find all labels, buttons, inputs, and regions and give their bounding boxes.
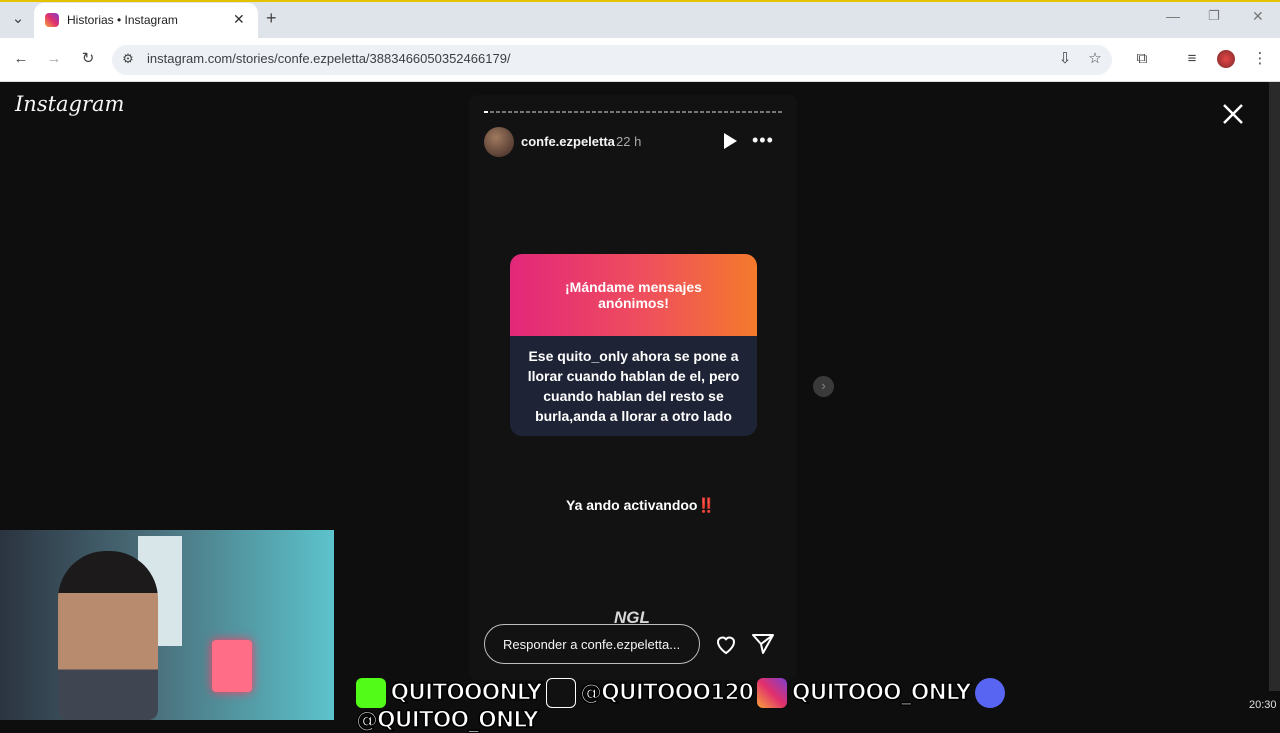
next-story-chevron-icon[interactable]: › [813,376,834,397]
puzzle-icon[interactable]: ⧉ [1132,49,1152,69]
ngl-card-header: ¡Mándame mensajes anónimos! [510,254,757,336]
instagram-handle: QUITOOO_ONLY [791,680,972,707]
instagram-logo[interactable]: Instagram [15,92,124,116]
ngl-card-message: Ese quito_only ahora se pone a llorar cu… [527,348,740,424]
story-progress-fill [484,111,488,113]
page-scrollbar[interactable] [1269,82,1280,691]
kick-icon [356,678,386,708]
restore-icon[interactable]: ❐ [1208,8,1220,24]
social-handles-bar: QUITOOONLY @QUITOOO120 QUITOOO_ONLY @QUI… [355,678,1036,733]
browser-tab[interactable]: Historias • Instagram ✕ [34,3,258,38]
arrow-left-icon[interactable]: ← [11,49,31,69]
tiktok-handle: @QUITOOO120 [579,680,754,707]
more-options-icon[interactable]: ••• [752,130,776,150]
taskbar-clock: 20:30 [1249,699,1277,711]
story-progress-bar [484,111,782,113]
new-tab-icon[interactable]: + [266,8,277,29]
discord-icon [974,678,1005,708]
story-time: 22 h [616,134,642,149]
heart-icon[interactable] [714,632,738,656]
minimize-icon[interactable]: — [1166,8,1180,24]
instagram-icon [757,678,788,708]
star-icon[interactable]: ☆ [1085,49,1105,69]
story-username[interactable]: confe.ezpeletta [521,134,615,149]
play-icon[interactable] [722,132,738,150]
url-text[interactable]: instagram.com/stories/confe.ezpeletta/38… [147,51,511,66]
send-icon[interactable] [751,632,775,656]
kick-handle: QUITOOONLY [390,680,543,707]
avatar-icon[interactable] [1217,50,1235,68]
tab-close-icon[interactable]: ✕ [233,11,245,28]
kebab-icon[interactable]: ⋮ [1250,49,1270,69]
instagram-favicon-icon [45,13,59,27]
discord-handle: @QUITOO_ONLY [355,707,539,733]
webcam-lamp [212,640,252,692]
story-caption: Ya ando activandoo‼️ [566,497,715,513]
tab-title: Historias • Instagram [67,13,178,27]
close-icon[interactable] [1219,100,1247,128]
ngl-card-body: Ese quito_only ahora se pone a llorar cu… [510,336,757,436]
streamer-face [58,551,158,720]
install-icon[interactable]: ⇩ [1055,49,1075,69]
avatar[interactable] [484,127,514,157]
chevron-down-icon[interactable]: ⌄ [8,9,28,29]
reload-icon[interactable]: ↻ [78,49,98,69]
reply-placeholder: Responder a confe.ezpeletta... [503,637,681,652]
arrow-right-icon[interactable]: → [44,49,64,69]
window-close-icon[interactable]: ✕ [1252,8,1264,25]
tune-icon[interactable]: ⚙ [118,49,138,69]
ngl-card-title: ¡Mándame mensajes anónimos! [565,279,702,311]
media-queue-icon[interactable]: ≡ [1182,49,1202,69]
tiktok-icon [545,678,576,708]
